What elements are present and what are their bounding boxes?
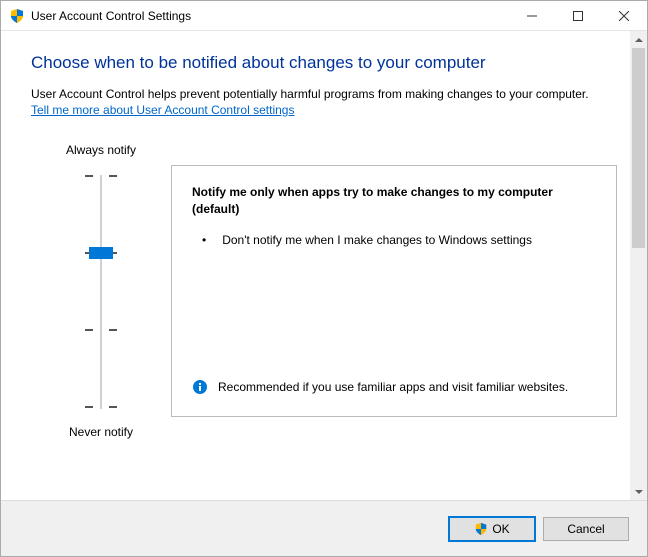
info-icon bbox=[192, 379, 208, 395]
scroll-up-arrow[interactable] bbox=[630, 31, 647, 48]
uac-shield-icon bbox=[9, 8, 25, 24]
scroll-down-arrow[interactable] bbox=[630, 483, 647, 500]
page-heading: Choose when to be notified about changes… bbox=[31, 53, 617, 73]
info-title: Notify me only when apps try to make cha… bbox=[192, 184, 596, 218]
info-recommend-text: Recommended if you use familiar apps and… bbox=[218, 379, 568, 396]
close-button[interactable] bbox=[601, 1, 647, 31]
maximize-icon bbox=[573, 11, 583, 21]
window-controls bbox=[509, 1, 647, 30]
chevron-down-icon bbox=[635, 490, 643, 494]
cancel-button[interactable]: Cancel bbox=[543, 517, 629, 541]
uac-shield-icon bbox=[474, 522, 488, 536]
learn-more-link[interactable]: Tell me more about User Account Control … bbox=[31, 103, 294, 117]
chevron-up-icon bbox=[635, 38, 643, 42]
cancel-button-label: Cancel bbox=[567, 522, 604, 536]
uac-slider[interactable] bbox=[71, 167, 131, 417]
scroll-thumb[interactable] bbox=[632, 48, 645, 248]
dialog-button-bar: OK Cancel bbox=[1, 500, 647, 556]
titlebar: User Account Control Settings bbox=[1, 1, 647, 31]
page-description: User Account Control helps prevent poten… bbox=[31, 87, 617, 101]
info-bullet: Don't notify me when I make changes to W… bbox=[192, 232, 596, 249]
ok-button[interactable]: OK bbox=[449, 517, 535, 541]
info-recommendation: Recommended if you use familiar apps and… bbox=[192, 379, 596, 402]
window-title: User Account Control Settings bbox=[31, 9, 509, 23]
minimize-icon bbox=[527, 11, 537, 21]
page-content: Choose when to be notified about changes… bbox=[1, 31, 647, 500]
notification-info-box: Notify me only when apps try to make cha… bbox=[171, 165, 617, 417]
minimize-button[interactable] bbox=[509, 1, 555, 31]
ok-button-label: OK bbox=[492, 522, 509, 536]
close-icon bbox=[619, 11, 629, 21]
info-bullet-list: Don't notify me when I make changes to W… bbox=[192, 232, 596, 257]
maximize-button[interactable] bbox=[555, 1, 601, 31]
slider-label-always: Always notify bbox=[66, 143, 136, 157]
slider-label-never: Never notify bbox=[69, 425, 133, 439]
vertical-scrollbar[interactable] bbox=[630, 31, 647, 500]
slider-thumb[interactable] bbox=[89, 247, 113, 259]
